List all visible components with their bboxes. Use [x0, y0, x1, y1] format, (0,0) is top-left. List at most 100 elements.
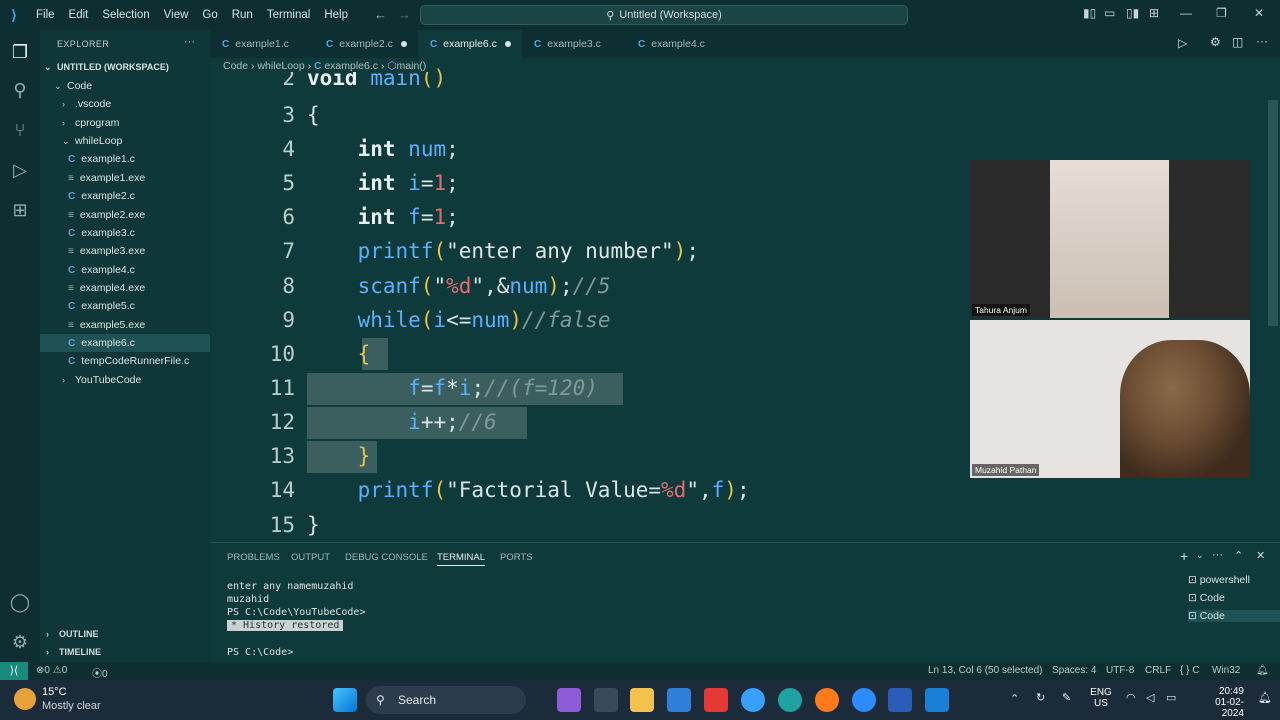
menu-file[interactable]: File [36, 9, 55, 21]
outline-section[interactable]: › OUTLINE [40, 625, 210, 643]
breadcrumb-item[interactable]: example6.c [324, 60, 378, 72]
menu-help[interactable]: Help [324, 9, 348, 21]
show-hidden-icons-chevron-icon[interactable]: ⌃ [1010, 692, 1019, 705]
tree-file-example2-exe[interactable]: ≡ example2.exe [40, 206, 210, 224]
eol[interactable]: CRLF [1145, 665, 1171, 676]
microsoft-store-icon[interactable] [667, 688, 691, 712]
problems-indicator[interactable]: ⊗0 ⚠0 [36, 665, 67, 676]
new-terminal-icon[interactable]: + [1180, 548, 1188, 564]
tree-file-example4-exe[interactable]: ≡ example4.exe [40, 279, 210, 297]
tab-problems[interactable]: PROBLEMS [227, 552, 280, 563]
source-control-icon[interactable]: ⑂ [8, 118, 32, 142]
toggle-panel-icon[interactable]: ▭ [1104, 6, 1115, 20]
settings-gear-icon[interactable]: ⚙ [8, 630, 32, 654]
language-mode[interactable]: { } C [1180, 665, 1199, 676]
minimize-icon[interactable]: — [1180, 6, 1192, 20]
run-debug-icon[interactable]: ▷ [8, 158, 32, 182]
windows-start-icon[interactable] [333, 688, 357, 712]
youtube-icon[interactable] [704, 688, 728, 712]
tree-folder-cprogram[interactable]: › cprogram [40, 114, 210, 132]
timeline-section[interactable]: › TIMELINE [40, 643, 210, 661]
menu-edit[interactable]: Edit [69, 9, 89, 21]
extensions-icon[interactable]: ⊞ [8, 198, 32, 222]
cursor-position[interactable]: Ln 13, Col 6 (50 selected) [928, 665, 1043, 676]
editor-scrollbar[interactable] [1268, 100, 1278, 326]
tab-example1-c[interactable]: Cexample1.c [210, 30, 314, 58]
close-panel-icon[interactable]: ✕ [1256, 549, 1265, 562]
breadcrumb-item[interactable]: Code [223, 60, 248, 72]
tree-file-example3-exe[interactable]: ≡ example3.exe [40, 242, 210, 260]
terminal-instance-powershell[interactable]: ⊡ powershell [1188, 574, 1250, 586]
tree-folder-youtubecode[interactable]: › YouTubeCode [40, 371, 210, 389]
notification-center-icon[interactable]: 🔔︎ [1258, 691, 1272, 704]
indentation[interactable]: Spaces: 4 [1052, 665, 1096, 676]
tab-output[interactable]: OUTPUT [291, 552, 330, 563]
maximize-panel-icon[interactable]: ⌃ [1234, 549, 1243, 562]
command-center-search[interactable]: ⚲ Untitled (Workspace) [420, 5, 908, 25]
word-icon[interactable] [888, 688, 912, 712]
tree-file-example5-exe[interactable]: ≡ example5.exe [40, 316, 210, 334]
toggle-secondary-sidebar-icon[interactable]: ▯▮ [1126, 6, 1139, 20]
vscode-taskbar-icon[interactable] [925, 688, 949, 712]
menu-go[interactable]: Go [202, 9, 217, 21]
customize-layout-icon[interactable]: ⊞ [1149, 6, 1159, 20]
clock[interactable]: 20:49 01-02-2024 [1196, 686, 1244, 719]
tree-folder-code[interactable]: ⌄ Code [40, 77, 210, 95]
menu-selection[interactable]: Selection [102, 9, 149, 21]
more-actions-icon[interactable]: ··· [1212, 549, 1223, 561]
ports-indicator[interactable]: ⦿0 [92, 665, 108, 680]
tab-example6-c[interactable]: Cexample6.c [418, 30, 522, 58]
back-arrow-icon[interactable]: ← [374, 7, 387, 22]
explorer-icon[interactable]: ❐ [8, 40, 32, 64]
tab-example2-c[interactable]: Cexample2.c [314, 30, 418, 58]
tree-folder-vscode[interactable]: › .vscode [40, 95, 210, 113]
volume-icon[interactable]: ◁ [1146, 691, 1154, 704]
copilot-icon[interactable] [557, 688, 581, 712]
workspace-root[interactable]: ⌄ UNTITLED (WORKSPACE) [40, 58, 210, 76]
notifications-bell-icon[interactable]: 🔔︎ [1256, 665, 1269, 676]
debug-settings-gear-icon[interactable]: ⚙ [1210, 35, 1221, 49]
run-file-icon[interactable]: ▷ [1178, 36, 1187, 50]
account-icon[interactable]: ◯ [8, 590, 32, 614]
menu-run[interactable]: Run [232, 9, 253, 21]
remote-indicator-icon[interactable]: ⟩⟨ [0, 662, 28, 680]
battery-icon[interactable]: ▭ [1166, 691, 1176, 704]
more-actions-icon[interactable]: ··· [1256, 34, 1268, 48]
tab-example3-c[interactable]: Cexample3.c [522, 30, 626, 58]
task-view-icon[interactable] [594, 688, 618, 712]
terminal-prompt[interactable]: PS C:\Code> [227, 647, 293, 658]
tree-file-example2-c[interactable]: Cexample2.c [40, 187, 210, 205]
tree-file-tempcoderunner[interactable]: CtempCodeRunnerFile.c [40, 352, 210, 370]
edge-browser-icon[interactable] [778, 688, 802, 712]
search-icon[interactable]: ⚲ [8, 78, 32, 102]
terminal-instance-code-active[interactable]: ⊡ Code [1188, 610, 1280, 622]
wifi-icon[interactable]: ◠ [1126, 691, 1136, 704]
zoom-icon[interactable] [852, 688, 876, 712]
platform[interactable]: Win32 [1212, 665, 1240, 676]
file-explorer-icon[interactable] [630, 688, 654, 712]
toggle-sidebar-icon[interactable]: ▮▯ [1083, 6, 1096, 20]
input-language[interactable]: ENG US [1090, 687, 1112, 709]
firefox-icon[interactable] [815, 688, 839, 712]
forward-arrow-icon[interactable]: → [398, 7, 411, 22]
tree-file-example1-c[interactable]: Cexample1.c [40, 150, 210, 168]
tab-debug-console[interactable]: DEBUG CONSOLE [345, 552, 428, 563]
breadcrumb-item[interactable]: whileLoop [257, 60, 304, 72]
menu-terminal[interactable]: Terminal [267, 9, 310, 21]
weather-temp[interactable]: 15°C [42, 686, 67, 698]
split-editor-icon[interactable]: ◫ [1232, 35, 1243, 49]
restore-icon[interactable]: ❐ [1216, 6, 1227, 20]
tree-file-example1-exe[interactable]: ≡ example1.exe [40, 169, 210, 187]
menu-view[interactable]: View [164, 9, 189, 21]
taskbar-search[interactable]: ⚲ Search [366, 686, 526, 714]
encoding[interactable]: UTF-8 [1106, 665, 1134, 676]
breadcrumb-item[interactable]: main() [397, 60, 427, 72]
tree-file-example5-c[interactable]: Cexample5.c [40, 297, 210, 315]
more-actions-icon[interactable]: ··· [184, 36, 195, 48]
tab-example4-c[interactable]: Cexample4.c [626, 30, 730, 58]
terminal-instance-code[interactable]: ⊡ Code [1188, 592, 1225, 604]
tree-folder-whileloop[interactable]: ⌄ whileLoop [40, 132, 210, 150]
pen-icon[interactable]: ✎ [1062, 691, 1071, 704]
tree-file-example3-c[interactable]: Cexample3.c [40, 224, 210, 242]
tree-file-example6-c[interactable]: Cexample6.c [40, 334, 210, 352]
